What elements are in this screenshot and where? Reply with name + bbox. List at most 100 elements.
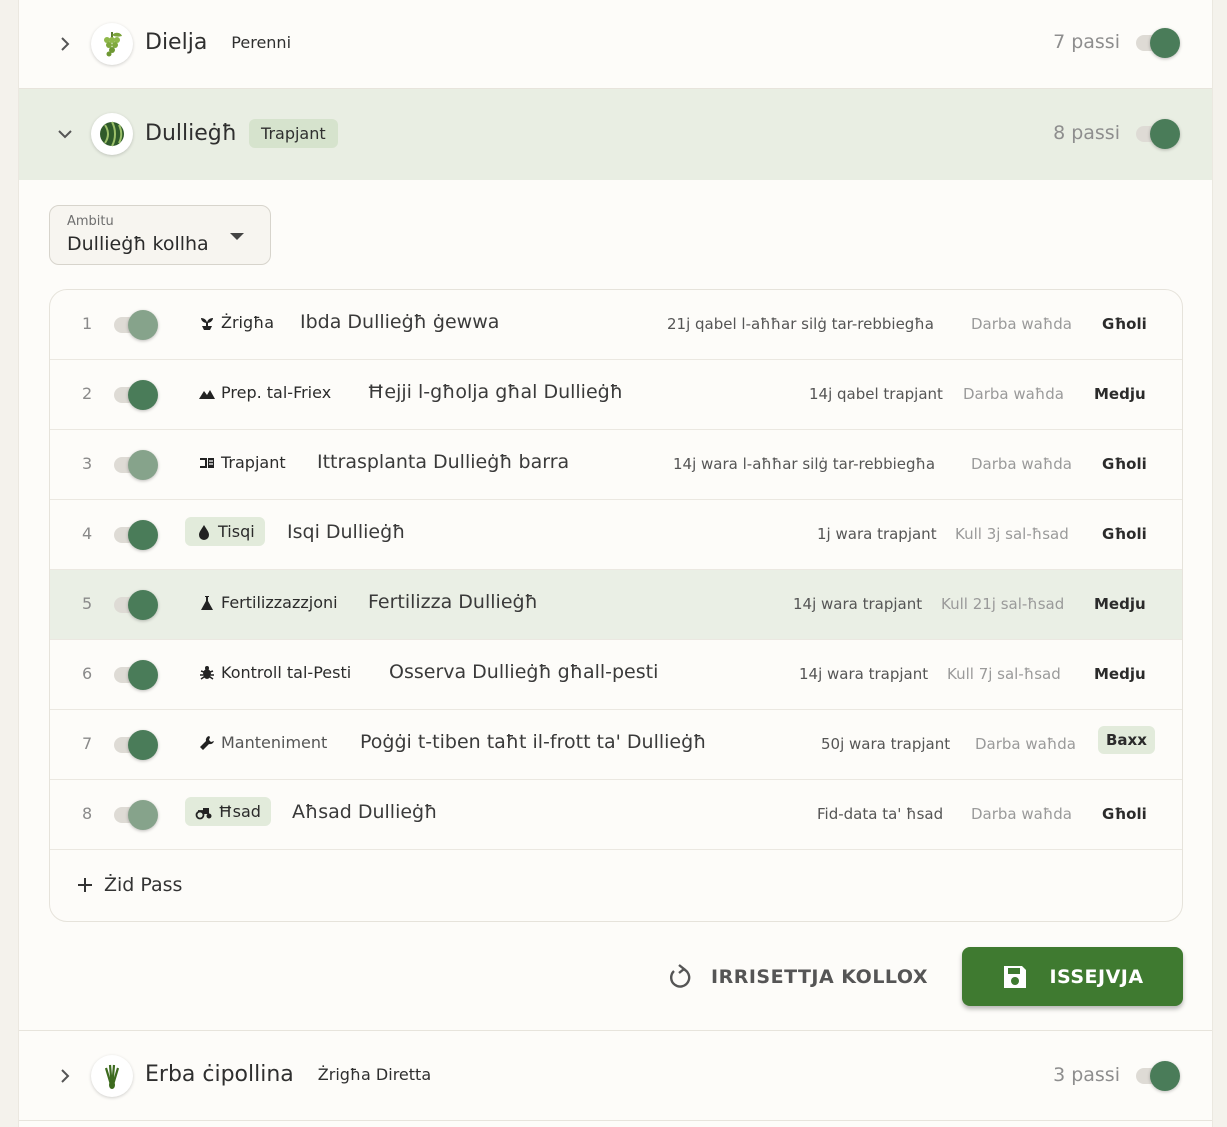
step-type: Kontroll tal-Pesti bbox=[198, 663, 351, 682]
step-timing: 14j qabel trapjant bbox=[809, 385, 943, 403]
step-type-label: Żrigħa bbox=[221, 313, 275, 332]
step-frequency: Darba waħda bbox=[971, 315, 1072, 333]
step-difficulty: Medju bbox=[1094, 665, 1146, 683]
step-toggle[interactable] bbox=[112, 310, 160, 340]
step-type: Trapjant bbox=[198, 453, 286, 472]
step-type: Manteniment bbox=[198, 733, 327, 752]
step-toggle[interactable] bbox=[112, 380, 160, 410]
step-frequency: Kull 3j sal-ħsad bbox=[955, 525, 1069, 543]
crop-row-dulliegh[interactable]: Dullieġħ Trapjant 8 passi bbox=[19, 89, 1212, 180]
reset-all-button[interactable]: IRRISETTJA KOLLOX bbox=[665, 960, 928, 994]
scope-value: Dullieġħ kollha bbox=[67, 233, 209, 255]
step-row[interactable]: 8 Ħsad Aħsad Dullieġħ Fid-data ta' ħsad … bbox=[50, 780, 1182, 850]
step-frequency: Darba waħda bbox=[963, 385, 1064, 403]
step-toggle[interactable] bbox=[112, 520, 160, 550]
step-difficulty: Għoli bbox=[1102, 805, 1147, 823]
step-title: Ħejji l-għolja għal Dullieġħ bbox=[367, 381, 623, 403]
steps-count: 7 passi bbox=[1053, 31, 1120, 53]
wrench-icon bbox=[200, 735, 214, 750]
step-timing: 1j wara trapjant bbox=[817, 525, 937, 543]
step-title: Poġġi t-tiben taħt il-frott ta' Dullieġħ bbox=[360, 731, 707, 753]
step-difficulty: Għoli bbox=[1102, 525, 1147, 543]
steps-count: 3 passi bbox=[1053, 1064, 1120, 1086]
step-title: Ittrasplanta Dullieġħ barra bbox=[317, 451, 570, 473]
step-toggle[interactable] bbox=[112, 730, 160, 760]
step-frequency: Kull 7j sal-ħsad bbox=[947, 665, 1061, 683]
step-number: 3 bbox=[82, 454, 93, 473]
scope-label: Ambitu bbox=[67, 214, 114, 229]
step-row[interactable]: 1 Żrigħa Ibda Dullieġħ ġewwa 21j qabel l… bbox=[50, 290, 1182, 360]
step-frequency: Darba waħda bbox=[971, 805, 1072, 823]
step-frequency: Darba waħda bbox=[971, 455, 1072, 473]
step-number: 8 bbox=[82, 804, 93, 823]
bug-icon bbox=[200, 665, 214, 680]
step-difficulty: Medju bbox=[1094, 385, 1146, 403]
step-title: Aħsad Dullieġħ bbox=[292, 801, 438, 823]
save-label: ISSEJVJA bbox=[1049, 965, 1144, 988]
step-title: Ibda Dullieġħ ġewwa bbox=[300, 311, 500, 333]
step-type: Fertilizzazzjoni bbox=[198, 593, 338, 612]
step-difficulty: Għoli bbox=[1102, 315, 1147, 333]
step-row[interactable]: 4 Tisqi Isqi Dullieġħ 1j wara trapjant K… bbox=[50, 500, 1182, 570]
chevron-right-icon[interactable] bbox=[55, 1066, 75, 1086]
chives-icon bbox=[91, 1055, 133, 1097]
crop-tag: Perenni bbox=[231, 33, 292, 52]
add-step-label: Żid Pass bbox=[104, 874, 183, 896]
step-number: 5 bbox=[82, 594, 93, 613]
step-number: 2 bbox=[82, 384, 93, 403]
step-type-label: Tisqi bbox=[218, 522, 255, 541]
step-number: 4 bbox=[82, 524, 93, 543]
tractor-icon bbox=[195, 807, 212, 819]
crop-tag: Żrigħa Diretta bbox=[317, 1065, 432, 1084]
step-type-label: Trapjant bbox=[221, 453, 286, 472]
step-number: 6 bbox=[82, 664, 93, 683]
crop-toggle[interactable] bbox=[1134, 1061, 1182, 1091]
plus-icon bbox=[78, 878, 92, 892]
save-button[interactable]: ISSEJVJA bbox=[962, 947, 1183, 1006]
step-type-label: Manteniment bbox=[221, 733, 328, 752]
crop-name: Dullieġħ bbox=[145, 121, 238, 146]
scope-select[interactable]: Ambitu Dullieġħ kollha bbox=[49, 205, 271, 265]
crop-row-dielja[interactable]: Dielja Perenni 7 passi bbox=[19, 0, 1212, 88]
step-frequency: Kull 21j sal-ħsad bbox=[941, 595, 1065, 613]
transplant-icon bbox=[200, 457, 214, 468]
sprout-icon bbox=[201, 317, 213, 330]
add-step-button[interactable]: Żid Pass bbox=[76, 874, 182, 896]
step-timing: 21j qabel l-aħħar silġ tar-rebbiegħa bbox=[667, 315, 934, 333]
step-row[interactable]: 3 Trapjant Ittrasplanta Dullieġħ barra 1… bbox=[50, 430, 1182, 500]
step-type-label: Fertilizzazzjoni bbox=[221, 593, 338, 612]
crop-title-group: Dielja Perenni bbox=[145, 30, 291, 55]
step-timing: 14j wara trapjant bbox=[799, 665, 929, 683]
step-difficulty: Medju bbox=[1094, 595, 1146, 613]
step-type: Ħsad bbox=[185, 797, 271, 826]
step-timing: 14j wara l-aħħar silġ tar-rebbiegħa bbox=[673, 455, 936, 473]
step-toggle[interactable] bbox=[112, 800, 160, 830]
step-row[interactable]: 5 Fertilizzazzjoni Fertilizza Dullieġħ 1… bbox=[50, 570, 1182, 640]
crop-schedule-panel: Dielja Perenni 7 passi Dullieġħ Trapjant… bbox=[18, 0, 1213, 1127]
step-row[interactable]: 6 Kontroll tal-Pesti Osserva Dullieġħ għ… bbox=[50, 640, 1182, 710]
crop-title-group: Dullieġħ Trapjant bbox=[145, 119, 338, 148]
terrain-icon bbox=[199, 389, 215, 399]
step-toggle[interactable] bbox=[112, 450, 160, 480]
crop-title-group: Erba ċipollina Żrigħa Diretta bbox=[145, 1062, 431, 1087]
step-type-label: Ħsad bbox=[218, 802, 261, 821]
crop-toggle[interactable] bbox=[1134, 28, 1182, 58]
step-row[interactable]: 7 Manteniment Poġġi t-tiben taħt il-frot… bbox=[50, 710, 1182, 780]
step-type-label: Kontroll tal-Pesti bbox=[221, 663, 352, 682]
step-toggle[interactable] bbox=[112, 660, 160, 690]
save-icon bbox=[1004, 965, 1027, 988]
step-number: 7 bbox=[82, 734, 93, 753]
steps-list: 1 Żrigħa Ibda Dullieġħ ġewwa 21j qabel l… bbox=[49, 289, 1183, 922]
chevron-down-icon[interactable] bbox=[55, 124, 75, 144]
step-toggle[interactable] bbox=[112, 590, 160, 620]
step-row[interactable]: 2 Prep. tal-Friex Ħejji l-għolja għal Du… bbox=[50, 360, 1182, 430]
step-type: Tisqi bbox=[185, 517, 265, 546]
crop-row-erba-cipollina[interactable]: Erba ċipollina Żrigħa Diretta 3 passi bbox=[19, 1031, 1212, 1119]
step-timing: Fid-data ta' ħsad bbox=[817, 805, 944, 823]
chevron-right-icon[interactable] bbox=[55, 34, 75, 54]
step-type-label: Prep. tal-Friex bbox=[221, 383, 332, 402]
crop-toggle[interactable] bbox=[1134, 119, 1182, 149]
step-title: Fertilizza Dullieġħ bbox=[368, 591, 538, 613]
step-type: Prep. tal-Friex bbox=[198, 383, 331, 402]
step-type: Żrigħa bbox=[198, 313, 274, 332]
